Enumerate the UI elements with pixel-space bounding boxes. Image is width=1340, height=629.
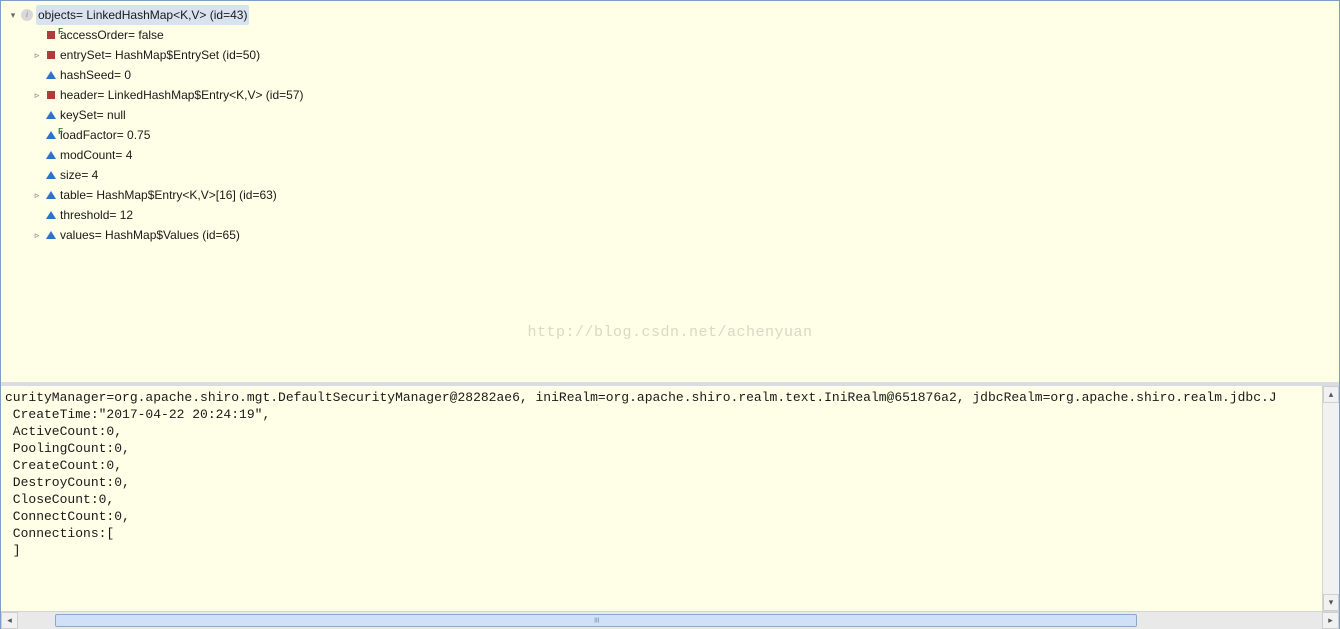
field-object-icon [45, 29, 57, 41]
scroll-track-horizontal[interactable] [18, 612, 1322, 629]
expand-toggle-icon[interactable]: ▹ [31, 225, 43, 245]
tree-node[interactable]: loadFactor= 0.75 [1, 125, 1339, 145]
tree-node[interactable]: ▹ entrySet= HashMap$EntrySet (id=50) [1, 45, 1339, 65]
scroll-left-button[interactable]: ◂ [1, 612, 18, 629]
scroll-thumb-horizontal[interactable] [55, 614, 1137, 627]
field-object-icon [45, 49, 57, 61]
tree-node[interactable]: hashSeed= 0 [1, 65, 1339, 85]
field-primitive-icon [45, 149, 57, 161]
tree-node-label: threshold= 12 [60, 205, 133, 225]
expand-toggle-icon[interactable]: ▹ [31, 185, 43, 205]
console-output: curityManager=org.apache.shiro.mgt.Defau… [3, 386, 1277, 611]
vertical-scrollbar[interactable]: ▴ ▾ [1322, 386, 1339, 611]
tree-node-label: objects= LinkedHashMap<K,V> (id=43) [36, 5, 249, 25]
tree-node-label: hashSeed= 0 [60, 65, 131, 85]
object-icon [21, 9, 33, 21]
tree-node[interactable]: keySet= null [1, 105, 1339, 125]
scroll-track-vertical[interactable] [1323, 403, 1339, 594]
expand-toggle-icon[interactable]: ▹ [31, 45, 43, 65]
tree-node-label: table= HashMap$Entry<K,V>[16] (id=63) [60, 185, 277, 205]
tree-node[interactable]: ▹ header= LinkedHashMap$Entry<K,V> (id=57… [1, 85, 1339, 105]
console-panel: curityManager=org.apache.shiro.mgt.Defau… [1, 386, 1339, 628]
tree-node[interactable]: ▹ table= HashMap$Entry<K,V>[16] (id=63) [1, 185, 1339, 205]
field-primitive-icon [45, 109, 57, 121]
variables-panel[interactable]: ▾ objects= LinkedHashMap<K,V> (id=43) ac… [1, 1, 1339, 386]
expand-toggle-icon[interactable]: ▹ [31, 85, 43, 105]
tree-root[interactable]: ▾ objects= LinkedHashMap<K,V> (id=43) [1, 5, 1339, 25]
variables-tree: ▾ objects= LinkedHashMap<K,V> (id=43) ac… [1, 1, 1339, 249]
console-viewport[interactable]: curityManager=org.apache.shiro.mgt.Defau… [1, 386, 1339, 611]
tree-node-label: header= LinkedHashMap$Entry<K,V> (id=57) [60, 85, 304, 105]
tree-node-label: keySet= null [60, 105, 126, 125]
scroll-down-button[interactable]: ▾ [1323, 594, 1339, 611]
expand-toggle-icon[interactable]: ▾ [7, 5, 19, 25]
debugger-window: ▾ objects= LinkedHashMap<K,V> (id=43) ac… [0, 0, 1340, 629]
horizontal-scrollbar[interactable]: ◂ ▸ [1, 611, 1339, 628]
tree-node-label: modCount= 4 [60, 145, 132, 165]
watermark-text: http://blog.csdn.net/achenyuan [527, 324, 812, 341]
tree-node[interactable]: size= 4 [1, 165, 1339, 185]
field-primitive-icon [45, 129, 57, 141]
scroll-up-button[interactable]: ▴ [1323, 386, 1339, 403]
field-object-icon [45, 89, 57, 101]
tree-node-label: accessOrder= false [60, 25, 164, 45]
tree-node-label: size= 4 [60, 165, 98, 185]
field-primitive-icon [45, 209, 57, 221]
tree-node[interactable]: ▹ values= HashMap$Values (id=65) [1, 225, 1339, 245]
tree-node-label: values= HashMap$Values (id=65) [60, 225, 240, 245]
tree-node[interactable]: accessOrder= false [1, 25, 1339, 45]
field-primitive-icon [45, 69, 57, 81]
field-primitive-icon [45, 169, 57, 181]
tree-node[interactable]: threshold= 12 [1, 205, 1339, 225]
field-primitive-icon [45, 189, 57, 201]
scroll-right-button[interactable]: ▸ [1322, 612, 1339, 629]
tree-node-label: loadFactor= 0.75 [60, 125, 150, 145]
tree-node[interactable]: modCount= 4 [1, 145, 1339, 165]
field-primitive-icon [45, 229, 57, 241]
tree-node-label: entrySet= HashMap$EntrySet (id=50) [60, 45, 260, 65]
